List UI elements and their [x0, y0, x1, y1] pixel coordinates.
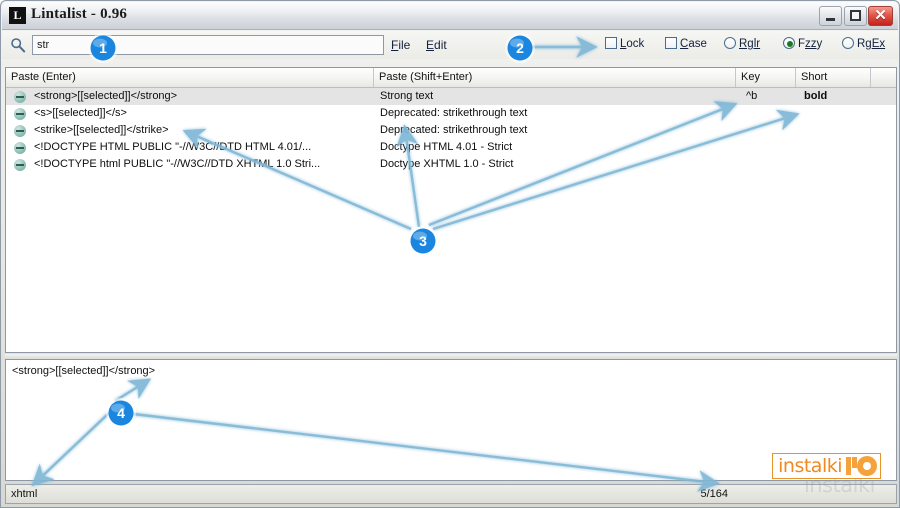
- cell-short: [804, 156, 871, 173]
- app-icon: L: [9, 7, 26, 24]
- close-icon: ✕: [874, 7, 887, 24]
- radio-rglr[interactable]: Rglr: [724, 37, 760, 50]
- cell-paste-shift-enter: Deprecated: strikethrough text: [380, 124, 528, 136]
- window-title: Lintalist - 0.96: [31, 6, 128, 22]
- cell-paste-shift-enter: Strong text: [380, 90, 434, 102]
- table-row[interactable]: <!DOCTYPE HTML PUBLIC "-//W3C//DTD HTML …: [6, 139, 896, 156]
- maximize-button[interactable]: [844, 6, 867, 26]
- radio-fzzy-dot: [783, 37, 795, 49]
- list-header-row: Paste (Enter) Paste (Shift+Enter) Key Sh…: [6, 68, 896, 88]
- snippet-bullet-icon: [14, 159, 26, 171]
- radio-rgex-dot: [842, 37, 854, 49]
- cell-short: [804, 105, 871, 122]
- checkbox-lock-label: Lock: [620, 38, 645, 50]
- cell-paste-enter: <strike>[[selected]]</strike>: [34, 124, 169, 136]
- checkbox-lock-box: [605, 37, 617, 49]
- list-body: <strong>[[selected]]</strong> Strong text…: [6, 88, 896, 173]
- cell-key: [746, 122, 796, 139]
- snippet-preview-pane[interactable]: <strong>[[selected]]</strong>: [5, 359, 897, 481]
- column-header-paste-enter[interactable]: Paste (Enter): [6, 68, 374, 87]
- checkbox-lock[interactable]: Lock: [605, 37, 644, 50]
- search-icon[interactable]: [10, 37, 26, 53]
- cell-paste-enter: <!DOCTYPE HTML PUBLIC "-//W3C//DTD HTML …: [34, 141, 312, 153]
- status-item-counter: 5/164: [700, 488, 728, 500]
- column-header-paste-shift-enter[interactable]: Paste (Shift+Enter): [374, 68, 736, 87]
- watermark-text: instalki: [778, 454, 842, 477]
- column-header-short[interactable]: Short: [796, 68, 871, 87]
- snippet-bullet-icon: [14, 91, 26, 103]
- snippet-bullet-icon: [14, 142, 26, 154]
- application-window: L Lintalist - 0.96 ✕ File Edit Lock Case…: [0, 0, 900, 508]
- cell-short: [804, 122, 871, 139]
- minimize-icon: [826, 18, 835, 21]
- cell-key: [746, 139, 796, 156]
- radio-rglr-dot: [724, 37, 736, 49]
- snippet-bullet-icon: [14, 125, 26, 137]
- watermark-gear-icon: [844, 454, 878, 478]
- column-header-key[interactable]: Key: [736, 68, 796, 87]
- cell-short: [804, 139, 871, 156]
- snippet-list[interactable]: Paste (Enter) Paste (Shift+Enter) Key Sh…: [5, 67, 897, 353]
- cell-paste-shift-enter: Doctype XHTML 1.0 - Strict: [380, 158, 514, 170]
- title-bar: L Lintalist - 0.96 ✕: [2, 2, 898, 30]
- cell-key: [746, 105, 796, 122]
- radio-fzzy-label: Fzzy: [798, 38, 823, 50]
- table-row[interactable]: <strong>[[selected]]</strong> Strong text…: [6, 88, 896, 105]
- table-row[interactable]: <s>[[selected]]</s> Deprecated: strikethr…: [6, 105, 896, 122]
- cell-paste-enter: <s>[[selected]]</s>: [34, 107, 127, 119]
- cell-key: [746, 156, 796, 173]
- snippet-bullet-icon: [14, 108, 26, 120]
- close-button[interactable]: ✕: [868, 6, 893, 26]
- minimize-button[interactable]: [819, 6, 842, 26]
- cell-key: ^b: [746, 90, 758, 102]
- menu-edit[interactable]: Edit: [426, 38, 447, 52]
- checkbox-case-box: [665, 37, 677, 49]
- checkbox-case-label: Case: [680, 38, 707, 50]
- checkbox-case[interactable]: Case: [665, 37, 707, 50]
- cell-paste-enter: <strong>[[selected]]</strong>: [34, 90, 178, 102]
- watermark-logo: instalki: [772, 453, 881, 479]
- search-input[interactable]: [32, 35, 384, 55]
- cell-paste-shift-enter: Deprecated: strikethrough text: [380, 107, 528, 119]
- menu-file[interactable]: File: [391, 38, 410, 52]
- radio-rgex-label: RgEx: [857, 38, 886, 50]
- radio-fzzy[interactable]: Fzzy: [783, 37, 822, 50]
- maximize-icon: [850, 10, 861, 21]
- status-bundle-name: xhtml: [11, 488, 38, 500]
- column-header-filler: [871, 68, 896, 87]
- radio-rgex[interactable]: RgEx: [842, 37, 885, 50]
- table-row[interactable]: <!DOCTYPE html PUBLIC "-//W3C//DTD XHTML…: [6, 156, 896, 173]
- cell-short: bold: [804, 90, 828, 102]
- search-toolbar: File Edit Lock Case Rglr Fzzy RgEx: [2, 31, 898, 59]
- cell-paste-shift-enter: Doctype HTML 4.01 - Strict: [380, 141, 513, 153]
- table-row[interactable]: <strike>[[selected]]</strike> Deprecated:…: [6, 122, 896, 139]
- radio-rglr-label: Rglr: [739, 38, 761, 50]
- status-bar: xhtml 5/164: [5, 484, 897, 504]
- cell-paste-enter: <!DOCTYPE html PUBLIC "-//W3C//DTD XHTML…: [34, 158, 321, 170]
- snippet-preview-text: <strong>[[selected]]</strong>: [12, 365, 156, 377]
